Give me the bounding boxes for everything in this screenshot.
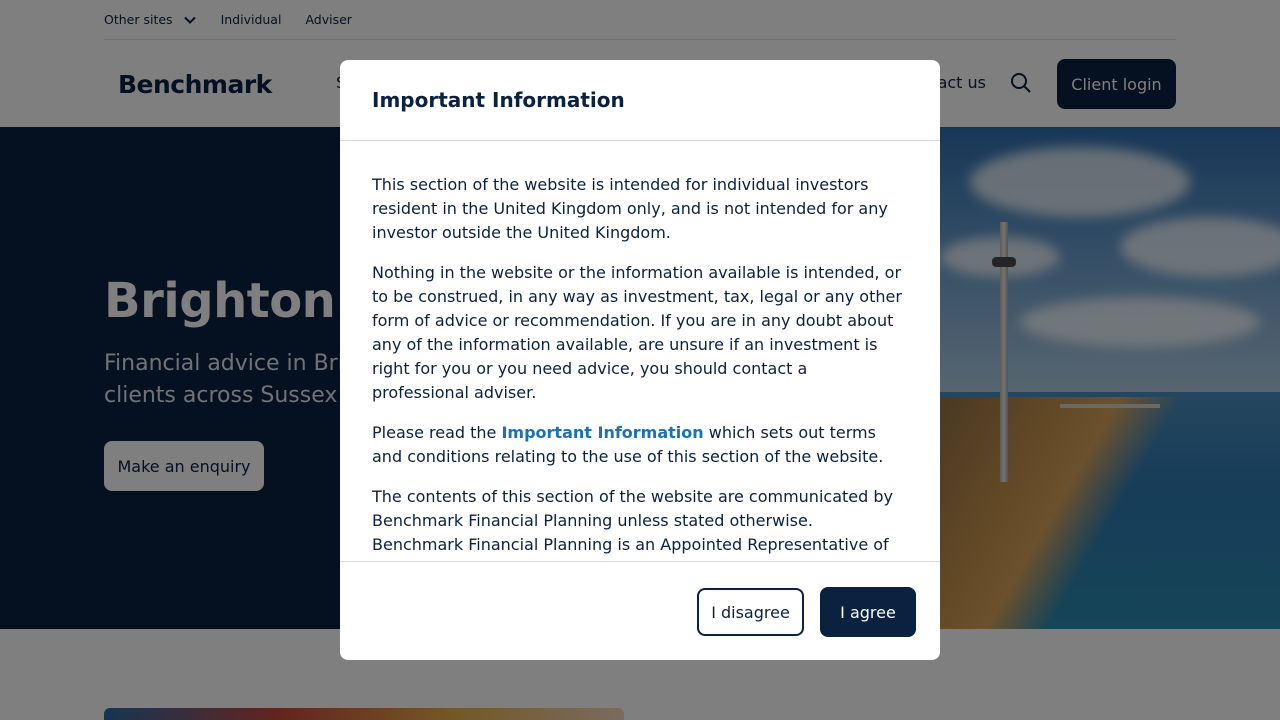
- modal-paragraph: This section of the website is intended …: [372, 175, 888, 242]
- modal-header: Important Information: [340, 60, 940, 141]
- important-information-link[interactable]: Important Information: [501, 423, 703, 442]
- modal-title: Important Information: [372, 88, 625, 112]
- modal-paragraph: The contents of this section of the webs…: [372, 487, 901, 561]
- disagree-button[interactable]: I disagree: [697, 588, 804, 636]
- modal-footer: I disagree I agree: [340, 561, 940, 660]
- important-information-modal: Important Information This section of th…: [340, 60, 940, 660]
- modal-paragraph: Please read the Important Information wh…: [372, 423, 884, 466]
- modal-body[interactable]: This section of the website is intended …: [340, 141, 940, 561]
- modal-paragraph: Nothing in the website or the informatio…: [372, 263, 902, 402]
- agree-button[interactable]: I agree: [820, 587, 916, 637]
